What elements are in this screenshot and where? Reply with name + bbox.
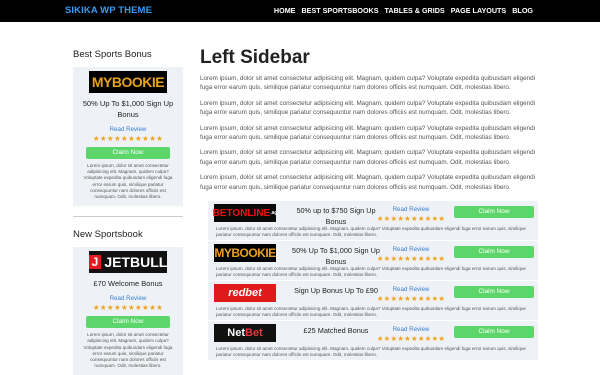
mybookie-logo[interactable]: MYBOOKIE: [214, 244, 276, 262]
bonus-terms-text: Lorem ipsum, dolor sit amet consectetur …: [216, 226, 526, 237]
bonus-offer-text: £25 Matched Bonus: [303, 326, 369, 335]
sportsbook-table: BETONLINE .ag 50% up to $750 Sign Up Bonu…: [208, 201, 538, 361]
rating-stars: ★★★★★★★★★★: [92, 134, 164, 143]
read-review-link[interactable]: Read Review: [376, 206, 446, 213]
nav-item-home[interactable]: HOME: [274, 6, 296, 15]
body-paragraph: Lorem ipsum, dolor sit amet consectetur …: [200, 99, 535, 117]
claim-now-button[interactable]: Claim Now: [454, 326, 534, 338]
bonus-offer-text: Sign Up Bonus Up To £90: [294, 286, 378, 295]
netbet-logo-text: Net: [227, 327, 245, 339]
sidebar-divider: [73, 216, 183, 218]
sportsbook-row: MYBOOKIE 50% Up To $1,000 Sign Up Bonus …: [208, 241, 538, 281]
main-content: Left Sidebar Lorem ipsum, dolor sit amet…: [200, 47, 537, 192]
body-paragraph: Lorem ipsum, dolor sit amet consectetur …: [200, 149, 535, 166]
rating-stars: ★★★★★★★★★★: [92, 303, 164, 313]
sidebar-bonus-card: MYBOOKIE 50% Up To $1,000 Sign Up Bonus …: [73, 67, 183, 207]
nav-item-tables-grids[interactable]: TABLES & GRIDS: [385, 6, 445, 15]
claim-now-button[interactable]: Claim Now: [454, 206, 534, 218]
read-review-link[interactable]: Read Review: [376, 286, 446, 293]
nav-item-blog[interactable]: BLOG: [512, 6, 533, 15]
page-title: Left Sidebar: [200, 47, 310, 68]
bonus-terms-text: Lorem ipsum, dolor sit amet consectetur …: [216, 306, 526, 317]
jetbull-logo-text: JETBULL: [104, 254, 168, 271]
bonus-offer-text: 50% Up To $1,000 Sign Up Bonus: [292, 246, 380, 266]
site-logo-text[interactable]: SIKIKA WP THEME: [65, 5, 152, 16]
redbet-logo[interactable]: redbet: [214, 284, 276, 302]
body-paragraph: Lorem ipsum, dolor sit amet consectetur …: [200, 174, 535, 191]
sidebar-heading-best-sports-bonus: Best Sports Bonus: [73, 49, 152, 60]
main-nav: HOME BEST SPORTSBOOKS TABLES & GRIDS PAG…: [274, 6, 533, 15]
body-paragraph: Lorem ipsum, dolor sit amet consectetur …: [200, 124, 535, 142]
rating-stars: ★★★★★★★★★★: [376, 334, 446, 343]
sidebar-sportsbook-card: J JETBULL £70 Welcome Bonus Read Review …: [73, 247, 183, 375]
jetbull-logo[interactable]: J JETBULL: [88, 251, 168, 274]
rating-stars: ★★★★★★★★★★: [376, 214, 446, 223]
rating-stars: ★★★★★★★★★★: [376, 294, 446, 303]
sportsbook-row: BETONLINE .ag 50% up to $750 Sign Up Bonu…: [208, 201, 538, 241]
bonus-offer-text: 50% up to $750 Sign Up Bonus: [296, 206, 376, 226]
netbet-logo[interactable]: Net Bet: [214, 324, 276, 342]
bonus-offer-text: 50% Up To $1,000 Sign Up Bonus: [82, 99, 174, 119]
sportsbook-row: redbet Sign Up Bonus Up To £90 Read Revi…: [208, 281, 538, 321]
left-sidebar: Best Sports Bonus MYBOOKIE 50% Up To $1,…: [73, 49, 183, 375]
bonus-terms-text: Lorem ipsum, dolor sit amet consectetur …: [83, 332, 173, 369]
top-navbar: SIKIKA WP THEME HOME BEST SPORTSBOOKS TA…: [0, 0, 600, 22]
bonus-offer-text: £70 Welcome Bonus: [93, 279, 163, 289]
read-review-link[interactable]: Read Review: [376, 326, 446, 333]
betonline-logo-text: BETONLINE: [212, 207, 271, 219]
nav-item-best-sportsbooks[interactable]: BEST SPORTSBOOKS: [301, 6, 378, 15]
jetbull-mark-icon: J: [88, 255, 102, 270]
claim-now-button[interactable]: Claim Now: [86, 316, 170, 329]
claim-now-button[interactable]: Claim Now: [454, 246, 534, 258]
rating-stars: ★★★★★★★★★★: [376, 254, 446, 263]
betonline-logo-suffix: .ag: [270, 210, 278, 216]
mybookie-logo[interactable]: MYBOOKIE: [89, 71, 167, 93]
nav-item-page-layouts[interactable]: PAGE LAYOUTS: [451, 6, 507, 15]
sportsbook-row: Net Bet £25 Matched Bonus Read Review ★★★…: [208, 321, 538, 361]
read-review-link[interactable]: Read Review: [376, 246, 446, 253]
netbet-logo-accent: Bet: [245, 327, 263, 339]
bonus-terms-text: Lorem ipsum, dolor sit amet consectetur …: [216, 266, 526, 277]
sidebar-heading-new-sportsbook: New Sportsbook: [73, 229, 143, 241]
claim-now-button[interactable]: Claim Now: [454, 286, 534, 298]
betonline-logo[interactable]: BETONLINE .ag: [212, 204, 278, 222]
bonus-terms-text: Lorem ipsum, dolor sit amet consectetur …: [83, 163, 173, 200]
body-paragraph: Lorem ipsum, dolor sit amet consectetur …: [200, 75, 535, 92]
read-review-link[interactable]: Read Review: [79, 295, 177, 302]
read-review-link[interactable]: Read Review: [79, 126, 177, 133]
claim-now-button[interactable]: Claim Now: [86, 147, 170, 159]
bonus-terms-text: Lorem ipsum, dolor sit amet consectetur …: [216, 346, 526, 357]
